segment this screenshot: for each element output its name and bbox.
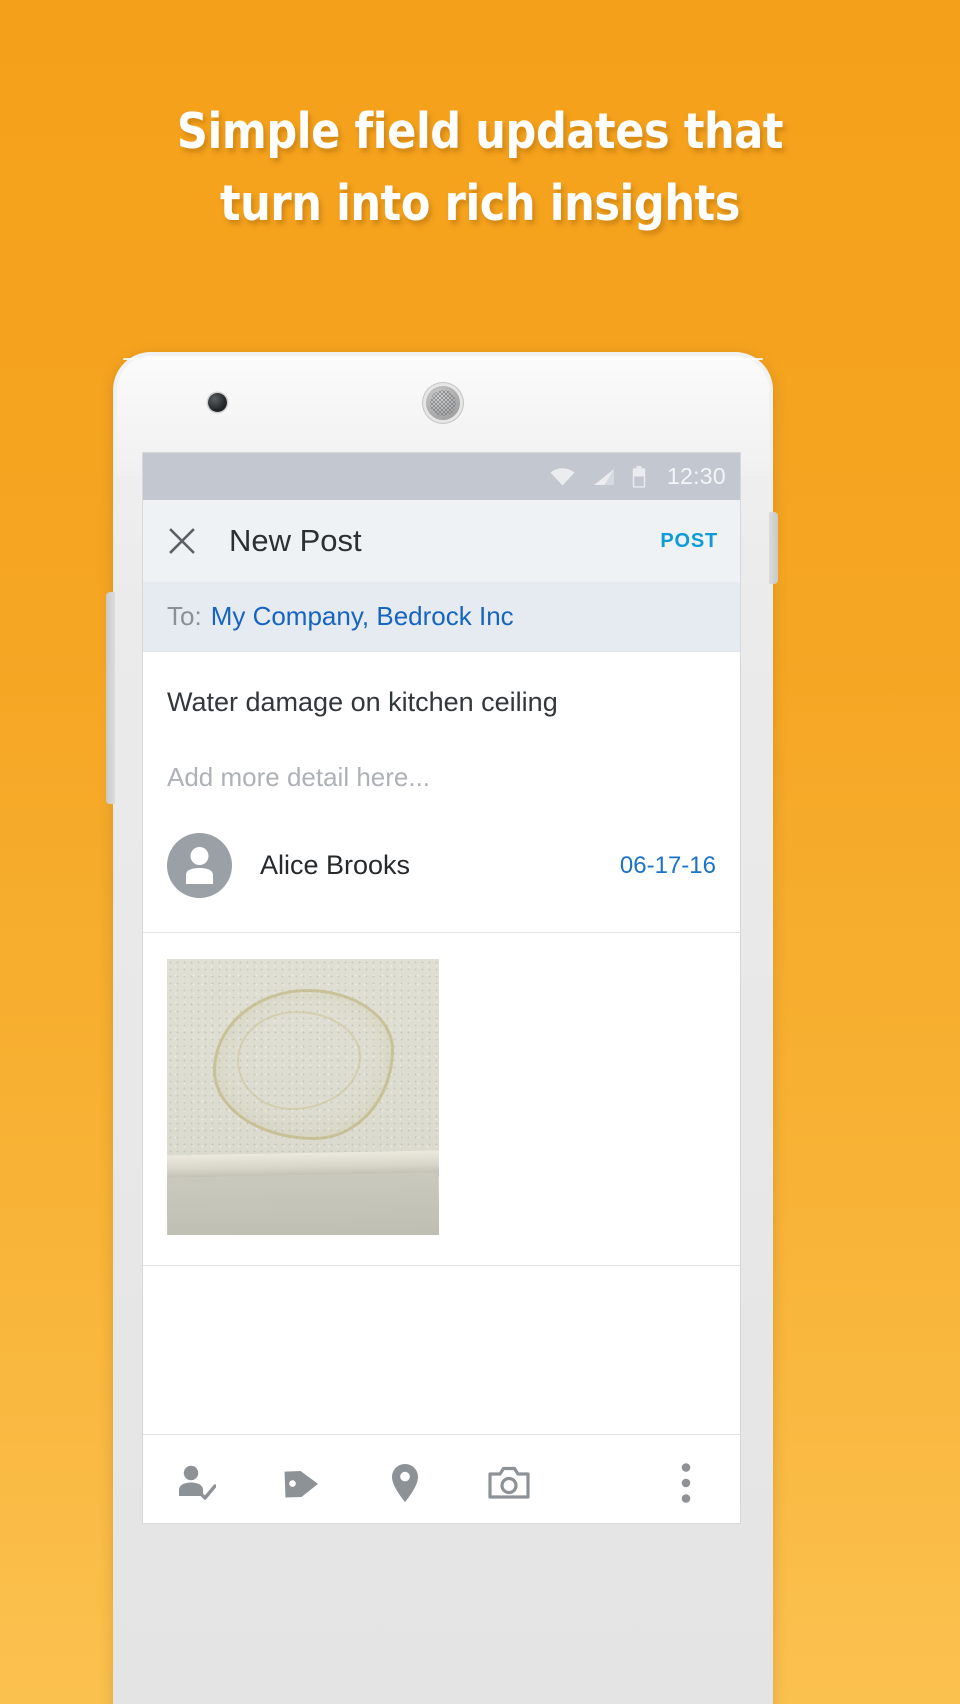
author-row: Alice Brooks 06-17-16 [167, 793, 716, 932]
camera-button[interactable] [481, 1455, 537, 1511]
recipient-row[interactable]: To: My Company, Bedrock Inc [143, 582, 740, 652]
front-camera-icon [208, 393, 227, 412]
earpiece-speaker-icon [423, 383, 463, 423]
overflow-menu-button[interactable] [658, 1455, 714, 1511]
photo-lower-wall [167, 1172, 439, 1235]
location-pin-icon [392, 1463, 418, 1502]
empty-scroll-space [143, 1265, 740, 1434]
power-button[interactable] [769, 512, 778, 584]
camera-icon [488, 1466, 530, 1499]
recipient-label: To: [167, 601, 202, 631]
overflow-menu-icon [681, 1462, 691, 1503]
post-title-input[interactable]: Water damage on kitchen ceiling [167, 652, 716, 718]
cell-signal-icon [593, 468, 614, 485]
assign-person-button[interactable] [169, 1455, 225, 1511]
post-button[interactable]: POST [660, 530, 718, 553]
phone-top-highlight [123, 358, 763, 360]
volume-button[interactable] [106, 592, 115, 804]
page-title: New Post [229, 523, 362, 558]
status-bar: 12:30 [143, 453, 740, 500]
compose-body: Water damage on kitchen ceiling Add more… [143, 652, 740, 932]
wifi-icon [550, 467, 575, 485]
app-bar: New Post POST [143, 500, 740, 582]
attachment-photo[interactable] [167, 959, 439, 1235]
close-icon[interactable] [167, 526, 197, 556]
person-icon [186, 847, 213, 884]
author-name: Alice Brooks [260, 850, 411, 880]
phone-screen: 12:30 New Post POST To: My Company, Bedr… [143, 453, 740, 1523]
avatar[interactable] [167, 833, 232, 898]
status-bar-time: 12:30 [666, 463, 726, 489]
tag-icon [284, 1470, 319, 1498]
post-detail-input[interactable]: Add more detail here... [167, 718, 716, 793]
battery-icon [632, 465, 646, 488]
recipient-value[interactable]: My Company, Bedrock Inc [211, 601, 514, 632]
compose-toolbar [143, 1434, 740, 1523]
location-button[interactable] [377, 1455, 433, 1511]
tag-button[interactable] [273, 1455, 329, 1511]
attachment-area [143, 933, 740, 1265]
assign-person-icon [179, 1465, 216, 1500]
promo-headline: Simple field updates that turn into rich… [176, 103, 784, 232]
status-icon-group: 12:30 [550, 463, 726, 490]
post-date[interactable]: 06-17-16 [620, 852, 716, 880]
promo-screenshot: Simple field updates that turn into rich… [0, 0, 960, 1704]
